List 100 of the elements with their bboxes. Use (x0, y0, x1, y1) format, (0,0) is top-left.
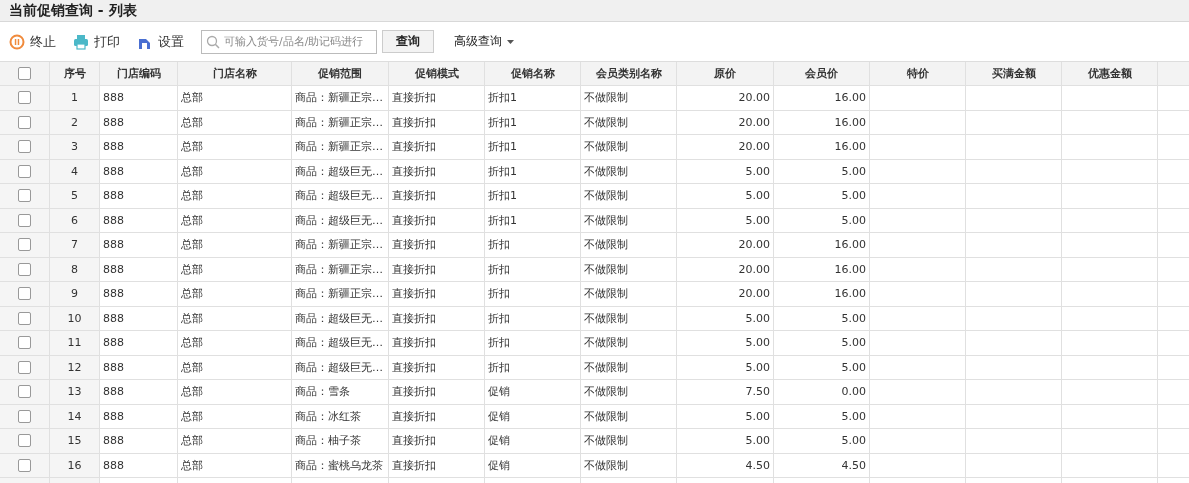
row-checkbox[interactable] (18, 140, 31, 154)
table-cell: 20.00 (738, 140, 770, 154)
table-cell: 不做限制 (584, 408, 628, 424)
table-cell: 888 (103, 385, 124, 399)
row-number: 1 (71, 91, 78, 105)
table-cell: 折扣1 (488, 212, 517, 228)
row-number: 13 (67, 385, 82, 399)
table-cell: 商品：超级巨无… (295, 212, 383, 228)
table-cell: 16.00 (834, 91, 866, 105)
row-checkbox[interactable] (18, 238, 31, 252)
table-cell: 888 (103, 360, 124, 374)
row-checkbox[interactable] (18, 458, 31, 472)
table-cell: 总部 (181, 286, 203, 302)
toolbar-button[interactable]: 打印 (73, 32, 120, 51)
table-cell: 促销 (488, 384, 510, 400)
table-cell: 不做限制 (584, 384, 628, 400)
row-number: 2 (71, 115, 78, 129)
table-cell: 商品：新疆正宗… (295, 90, 383, 106)
table-cell: 4.50 (841, 458, 866, 472)
table-cell: 888 (103, 189, 124, 203)
toolbar-button[interactable]: 终止 (9, 32, 56, 51)
table-cell: 16.00 (834, 238, 866, 252)
table-cell: 5.00 (745, 189, 770, 203)
table-cell: 888 (103, 287, 124, 301)
row-checkbox[interactable] (18, 213, 31, 227)
toolbar-button[interactable]: 设置 (137, 32, 184, 51)
table-cell: 总部 (181, 359, 203, 375)
table-cell: 直接折扣 (392, 261, 436, 277)
table-cell: 直接折扣 (392, 90, 436, 106)
query-button[interactable]: 查询 (382, 30, 434, 53)
table-cell: 折扣 (488, 237, 510, 253)
table-cell: 总部 (181, 408, 203, 424)
row-checkbox[interactable] (18, 360, 31, 374)
row-checkbox[interactable] (18, 385, 31, 399)
table-cell: 0.00 (841, 385, 866, 399)
table-cell: 888 (103, 140, 124, 154)
table-cell: 折扣 (488, 335, 510, 351)
table-cell: 直接折扣 (392, 188, 436, 204)
row-number: 3 (71, 140, 78, 154)
table-cell: 16.00 (834, 287, 866, 301)
table-cell: 折扣 (488, 359, 510, 375)
table-cell: 888 (103, 409, 124, 423)
table-cell: 商品：新疆正宗… (295, 261, 383, 277)
table-cell: 总部 (181, 335, 203, 351)
table-cell: 直接折扣 (392, 310, 436, 326)
table-cell: 直接折扣 (392, 212, 436, 228)
select-all-checkbox[interactable] (18, 67, 31, 80)
table-cell: 商品：柚子茶 (295, 433, 361, 449)
table-cell: 折扣 (488, 310, 510, 326)
table-cell: 5.00 (745, 434, 770, 448)
row-checkbox[interactable] (18, 115, 31, 129)
row-checkbox[interactable] (18, 91, 31, 105)
table-cell: 不做限制 (584, 114, 628, 130)
table-cell: 总部 (181, 212, 203, 228)
table-cell: 5.00 (841, 189, 866, 203)
table-cell: 不做限制 (584, 310, 628, 326)
advanced-query-dropdown[interactable]: 高级查询 (454, 33, 514, 50)
row-checkbox[interactable] (18, 336, 31, 350)
table-cell: 5.00 (841, 336, 866, 350)
table-cell: 888 (103, 164, 124, 178)
row-checkbox[interactable] (18, 409, 31, 423)
table-cell: 折扣1 (488, 163, 517, 179)
table-cell: 促销 (488, 408, 510, 424)
row-number: 14 (67, 409, 82, 423)
table-cell: 总部 (181, 310, 203, 326)
row-number: 10 (67, 311, 82, 325)
row-number: 16 (67, 458, 82, 472)
table-cell: 16.00 (834, 115, 866, 129)
table-cell: 5.00 (841, 164, 866, 178)
table-cell: 直接折扣 (392, 139, 436, 155)
table-cell: 16.00 (834, 140, 866, 154)
table-cell: 不做限制 (584, 335, 628, 351)
table-cell: 5.00 (841, 213, 866, 227)
row-number: 11 (67, 336, 82, 350)
table-cell: 888 (103, 262, 124, 276)
table-cell: 5.00 (745, 213, 770, 227)
table-cell: 直接折扣 (392, 237, 436, 253)
row-checkbox[interactable] (18, 311, 31, 325)
table-cell: 折扣1 (488, 139, 517, 155)
table-cell: 总部 (181, 384, 203, 400)
row-checkbox[interactable] (18, 262, 31, 276)
table-cell: 20.00 (738, 287, 770, 301)
row-checkbox[interactable] (18, 287, 31, 301)
table-cell: 直接折扣 (392, 114, 436, 130)
table-cell: 16.00 (834, 262, 866, 276)
table-cell: 20.00 (738, 238, 770, 252)
row-checkbox[interactable] (18, 189, 31, 203)
printer-icon (73, 33, 89, 50)
table-cell: 不做限制 (584, 90, 628, 106)
table-cell: 总部 (181, 114, 203, 130)
row-checkbox[interactable] (18, 164, 31, 178)
row-checkbox[interactable] (18, 434, 31, 448)
search-field[interactable]: 可输入货号/品名/助记码进行 (201, 29, 377, 54)
table-cell: 直接折扣 (392, 384, 436, 400)
row-number: 4 (71, 164, 78, 178)
table-cell: 不做限制 (584, 261, 628, 277)
table-cell: 商品：超级巨无… (295, 163, 383, 179)
table-cell: 7.50 (745, 385, 770, 399)
table-cell: 5.00 (745, 409, 770, 423)
table-cell: 总部 (181, 457, 203, 473)
